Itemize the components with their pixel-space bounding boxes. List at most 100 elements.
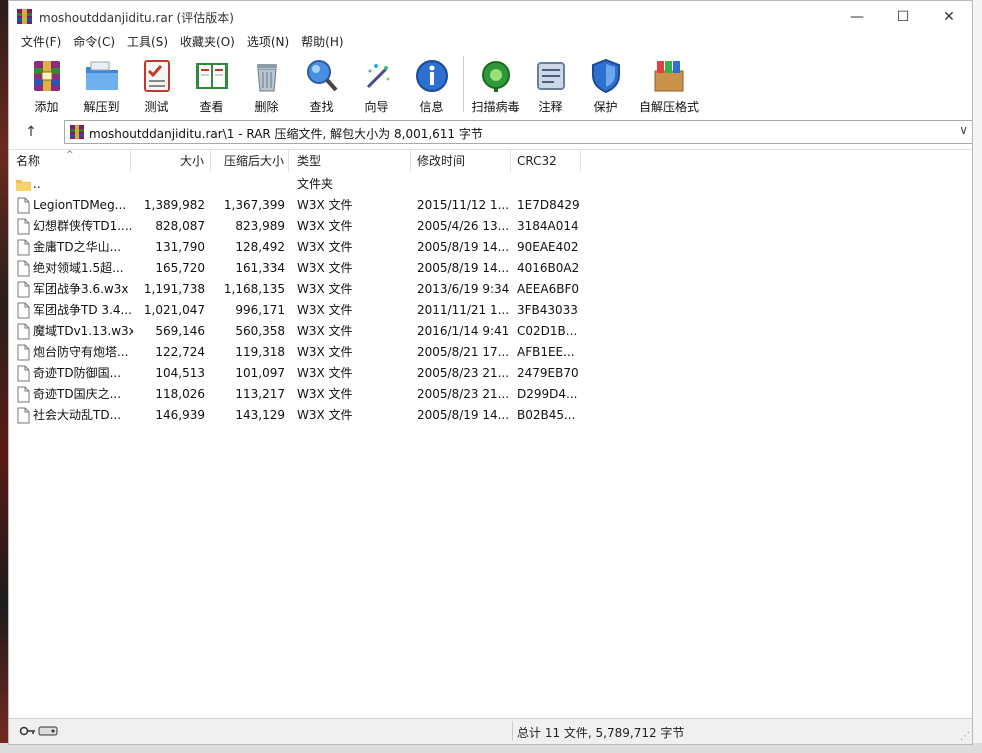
file-type: W3X 文件 [297, 324, 353, 338]
menu-options[interactable]: 选项(N) [241, 33, 295, 51]
file-icon [17, 302, 30, 319]
file-type: W3X 文件 [297, 198, 353, 212]
status-divider [512, 721, 513, 741]
minimize-button[interactable]: — [834, 1, 880, 33]
drive-icon[interactable] [38, 726, 58, 736]
file-type: W3X 文件 [297, 408, 353, 422]
file-crc32 [517, 174, 587, 195]
file-modified: 2015/11/12 1... [417, 198, 510, 212]
file-size: 165,720 [155, 261, 205, 275]
column-size-label: 大小 [179, 154, 204, 168]
column-packed[interactable]: 压缩后大小 [211, 150, 289, 172]
menu-commands[interactable]: 命令(C) [67, 33, 121, 51]
column-size[interactable]: 大小 [131, 150, 211, 172]
winrar-window: moshoutddanjiditu.rar (评估版本) — ☐ ✕ 文件(F)… [8, 0, 973, 745]
virus-scan-label: 扫描病毒 [471, 100, 520, 114]
column-name[interactable]: 名称 ^ [9, 150, 131, 172]
file-name: 魔域TDv1.13.w3x [33, 324, 133, 338]
menu-help[interactable]: 帮助(H) [295, 33, 349, 51]
extract-to-button[interactable]: 解压到 [74, 53, 129, 115]
list-item[interactable]: LegionTDMeg... 1,389,982 1,367,399 W3X 文… [9, 195, 972, 216]
file-packed-size [215, 174, 285, 195]
column-name-label: 名称 [16, 154, 41, 168]
file-type: W3X 文件 [297, 261, 353, 275]
virus-scan-button[interactable]: 扫描病毒 [468, 53, 523, 115]
file-size [131, 174, 205, 195]
list-item[interactable]: 军团战争TD 3.4.... 1,021,047 996,171 W3X 文件 … [9, 300, 972, 321]
file-list: 名称 ^ 大小 压缩后大小 类型 修改时间 CRC32 .. 文件夹 Legio… [9, 149, 972, 722]
list-item[interactable]: 奇迹TD防御国... 104,513 101,097 W3X 文件 2005/8… [9, 363, 972, 384]
file-type: 文件夹 [297, 177, 334, 191]
up-one-level-button[interactable]: ↑ [19, 121, 43, 143]
menu-bar: 文件(F) 命令(C) 工具(S) 收藏夹(O) 选项(N) 帮助(H) [9, 33, 350, 51]
menu-tools[interactable]: 工具(S) [121, 33, 174, 51]
file-crc32: 2479EB70 [517, 366, 579, 380]
info-label: 信息 [419, 100, 444, 114]
list-item[interactable]: 魔域TDv1.13.w3x 569,146 560,358 W3X 文件 201… [9, 321, 972, 342]
resize-grip-icon[interactable]: ⋰ [960, 731, 970, 742]
list-item[interactable]: 军团战争3.6.w3x 1,191,738 1,168,135 W3X 文件 2… [9, 279, 972, 300]
wizard-button[interactable]: 向导 [349, 53, 404, 115]
file-crc32: 4016B0A2 [517, 261, 580, 275]
file-packed-size: 143,129 [235, 408, 285, 422]
file-icon [17, 323, 30, 340]
folder-icon [16, 180, 31, 191]
file-packed-size: 1,367,399 [223, 198, 285, 212]
test-button[interactable]: 测试 [129, 53, 184, 115]
list-item-parent-folder[interactable]: .. 文件夹 [9, 174, 972, 195]
close-button[interactable]: ✕ [926, 1, 972, 33]
file-modified [417, 174, 512, 195]
file-size: 1,191,738 [143, 282, 205, 296]
title-bar[interactable]: moshoutddanjiditu.rar (评估版本) — ☐ ✕ [9, 1, 972, 33]
file-icon [17, 281, 30, 298]
address-dropdown-icon[interactable]: ∨ [959, 123, 968, 137]
menu-file[interactable]: 文件(F) [15, 33, 67, 51]
file-size: 131,790 [155, 240, 205, 254]
delete-button[interactable]: 删除 [239, 53, 294, 115]
address-path: moshoutddanjiditu.rar\1 - RAR 压缩文件, 解包大小… [89, 127, 483, 141]
find-button[interactable]: 查找 [294, 53, 349, 115]
column-type[interactable]: 类型 [289, 150, 411, 172]
view-button[interactable]: 查看 [184, 53, 239, 115]
file-type: W3X 文件 [297, 282, 353, 296]
extract-to-label: 解压到 [83, 100, 120, 114]
add-button[interactable]: 添加 [19, 53, 74, 115]
comment-button[interactable]: 注释 [523, 53, 578, 115]
file-rows: .. 文件夹 LegionTDMeg... 1,389,982 1,367,39… [9, 174, 972, 426]
column-crc32[interactable]: CRC32 [511, 150, 581, 172]
add-archive-icon [33, 61, 60, 91]
list-item[interactable]: 奇迹TD国庆之... 118,026 113,217 W3X 文件 2005/8… [9, 384, 972, 405]
file-crc32: D299D4... [517, 387, 578, 401]
menu-favorites[interactable]: 收藏夹(O) [174, 33, 241, 51]
sfx-button[interactable]: 自解压格式 [633, 53, 705, 115]
wizard-wand-icon [366, 64, 389, 89]
list-item[interactable]: 炮台防守有炮塔... 122,724 119,318 W3X 文件 2005/8… [9, 342, 972, 363]
info-button[interactable]: 信息 [404, 53, 459, 115]
list-header: 名称 ^ 大小 压缩后大小 类型 修改时间 CRC32 [9, 150, 972, 172]
column-modified[interactable]: 修改时间 [411, 150, 511, 172]
file-size: 828,087 [155, 219, 205, 233]
list-item[interactable]: 金庸TD之华山... 131,790 128,492 W3X 文件 2005/8… [9, 237, 972, 258]
file-icon [17, 197, 30, 214]
list-item[interactable]: 绝对领域1.5超... 165,720 161,334 W3X 文件 2005/… [9, 258, 972, 279]
column-modified-label: 修改时间 [417, 154, 466, 168]
maximize-button[interactable]: ☐ [880, 1, 926, 33]
file-type: W3X 文件 [297, 303, 353, 317]
key-icon[interactable] [19, 726, 36, 736]
close-icon: ✕ [943, 9, 955, 25]
list-item[interactable]: 社会大动乱TD... 146,939 143,129 W3X 文件 2005/8… [9, 405, 972, 426]
column-packed-label: 压缩后大小 [223, 154, 284, 168]
protect-button[interactable]: 保护 [578, 53, 633, 115]
sfx-box-icon [654, 61, 684, 92]
view-label: 查看 [199, 100, 224, 114]
up-arrow-icon: ↑ [25, 124, 37, 140]
maximize-icon: ☐ [896, 9, 910, 25]
file-size: 118,026 [155, 387, 205, 401]
file-type: W3X 文件 [297, 366, 353, 380]
test-checklist-icon [143, 60, 170, 92]
address-bar[interactable]: moshoutddanjiditu.rar\1 - RAR 压缩文件, 解包大小… [64, 120, 972, 144]
file-packed-size: 113,217 [235, 387, 285, 401]
list-item[interactable]: 幻想群侠传TD1.... 828,087 823,989 W3X 文件 2005… [9, 216, 972, 237]
file-name: 奇迹TD防御国... [33, 366, 122, 380]
file-packed-size: 1,168,135 [223, 282, 285, 296]
